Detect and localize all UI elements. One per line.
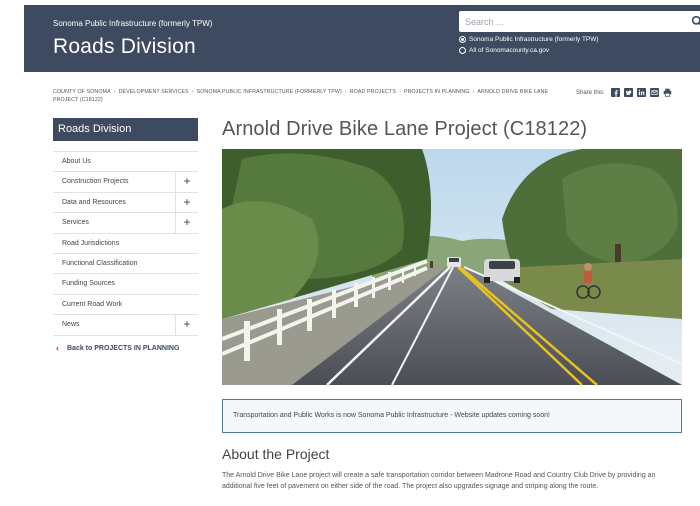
sidebar-item-functional-classification[interactable]: Functional Classification [53,254,198,275]
sidebar-item-construction-projects[interactable]: Construction Projects + [53,172,198,193]
sidebar-item-services[interactable]: Services + [53,213,198,234]
breadcrumb-item[interactable]: Sonoma Public Infrastructure (formerly T… [197,89,342,95]
sidebar-menu: About Us Construction Projects + Data and… [53,151,198,336]
expand-plus-icon[interactable]: + [175,192,198,213]
sidebar-item-label: Current Road Work [62,300,123,308]
linkedin-icon[interactable] [636,88,646,97]
search-box [459,11,700,32]
website-update-notice: Transportation and Public Works is now S… [222,399,682,433]
print-icon[interactable] [663,88,672,97]
back-to-projects-link[interactable]: ‹ Back to PROJECTS IN PLANNING [53,341,198,355]
search-input[interactable] [459,11,684,32]
sidebar-item-label: Funding Sources [62,280,115,288]
radio-selected-icon [459,36,466,43]
expand-plus-icon[interactable]: + [175,315,198,336]
sidebar-item-data-and-resources[interactable]: Data and Resources + [53,192,198,214]
search-icon[interactable] [691,15,700,28]
page-title: Arnold Drive Bike Lane Project (C18122) [222,118,588,140]
sidebar-item-label: Services [62,219,89,227]
site-title[interactable]: Roads Division [53,35,196,59]
sidebar-item-about-us[interactable]: About Us [53,152,198,173]
expand-plus-icon[interactable]: + [175,172,198,193]
expand-plus-icon[interactable]: + [175,213,198,234]
breadcrumb: County of Sonoma › Development Services › So… [53,88,563,104]
breadcrumb-separator: › [399,89,401,95]
sidebar-item-label: News [62,321,80,329]
share-bar: Share this: [576,88,672,97]
sidebar-item-road-jurisdictions[interactable]: Road Jurisdictions [53,234,198,254]
sidebar: Roads Division About Us Construction Pro… [53,118,198,336]
sidebar-item-label: About Us [62,158,91,165]
sidebar-item-label: Functional Classification [62,259,138,267]
radio-label: All of Sonomacounty.ca.gov [469,47,550,54]
facebook-icon[interactable] [610,88,620,97]
project-description: The Arnold Drive Bike Lane project will … [222,472,656,490]
sidebar-item-news[interactable]: News + [53,315,198,336]
breadcrumb-item[interactable]: Road Projects [350,89,396,95]
breadcrumb-separator: › [344,89,347,95]
breadcrumb-separator: › [191,89,194,95]
breadcrumb-item[interactable]: Projects in Planning [404,89,470,95]
chevron-left-icon: ‹ [56,343,59,353]
radio-label: Sonoma Public Infrastructure (formerly T… [469,36,599,43]
sidebar-item-funding-sources[interactable]: Funding Sources [53,274,198,295]
radio-unselected-icon [459,47,466,54]
radio-option-sonoma-pi[interactable]: Sonoma Public Infrastructure (formerly T… [459,36,599,43]
breadcrumb-item[interactable]: Development Services [119,89,189,95]
notice-text: Transportation and Public Works is now S… [233,412,550,419]
section-title-about: About the Project [222,446,330,462]
site-subtitle[interactable]: Sonoma Public Infrastructure (formerly T… [53,19,212,28]
radio-option-all-county[interactable]: All of Sonomacounty.ca.gov [459,47,549,54]
breadcrumb-separator: › [472,89,475,95]
sidebar-item-label: Road Jurisdictions [62,239,120,247]
sidebar-title[interactable]: Roads Division [53,118,198,141]
site-header: Sonoma Public Infrastructure (formerly T… [24,5,700,72]
breadcrumb-item[interactable]: County of Sonoma [53,89,111,95]
email-icon[interactable] [649,88,659,97]
sidebar-item-current-road-work[interactable]: Current Road Work [53,295,198,316]
sidebar-item-label: Construction Projects [62,178,129,186]
project-rendering-image [222,149,682,385]
twitter-icon[interactable] [623,88,633,97]
back-link-label: Back to PROJECTS IN PLANNING [67,344,180,352]
breadcrumb-separator: › [113,89,116,95]
share-label: Share this: [576,89,605,96]
sidebar-item-label: Data and Resources [62,198,126,206]
